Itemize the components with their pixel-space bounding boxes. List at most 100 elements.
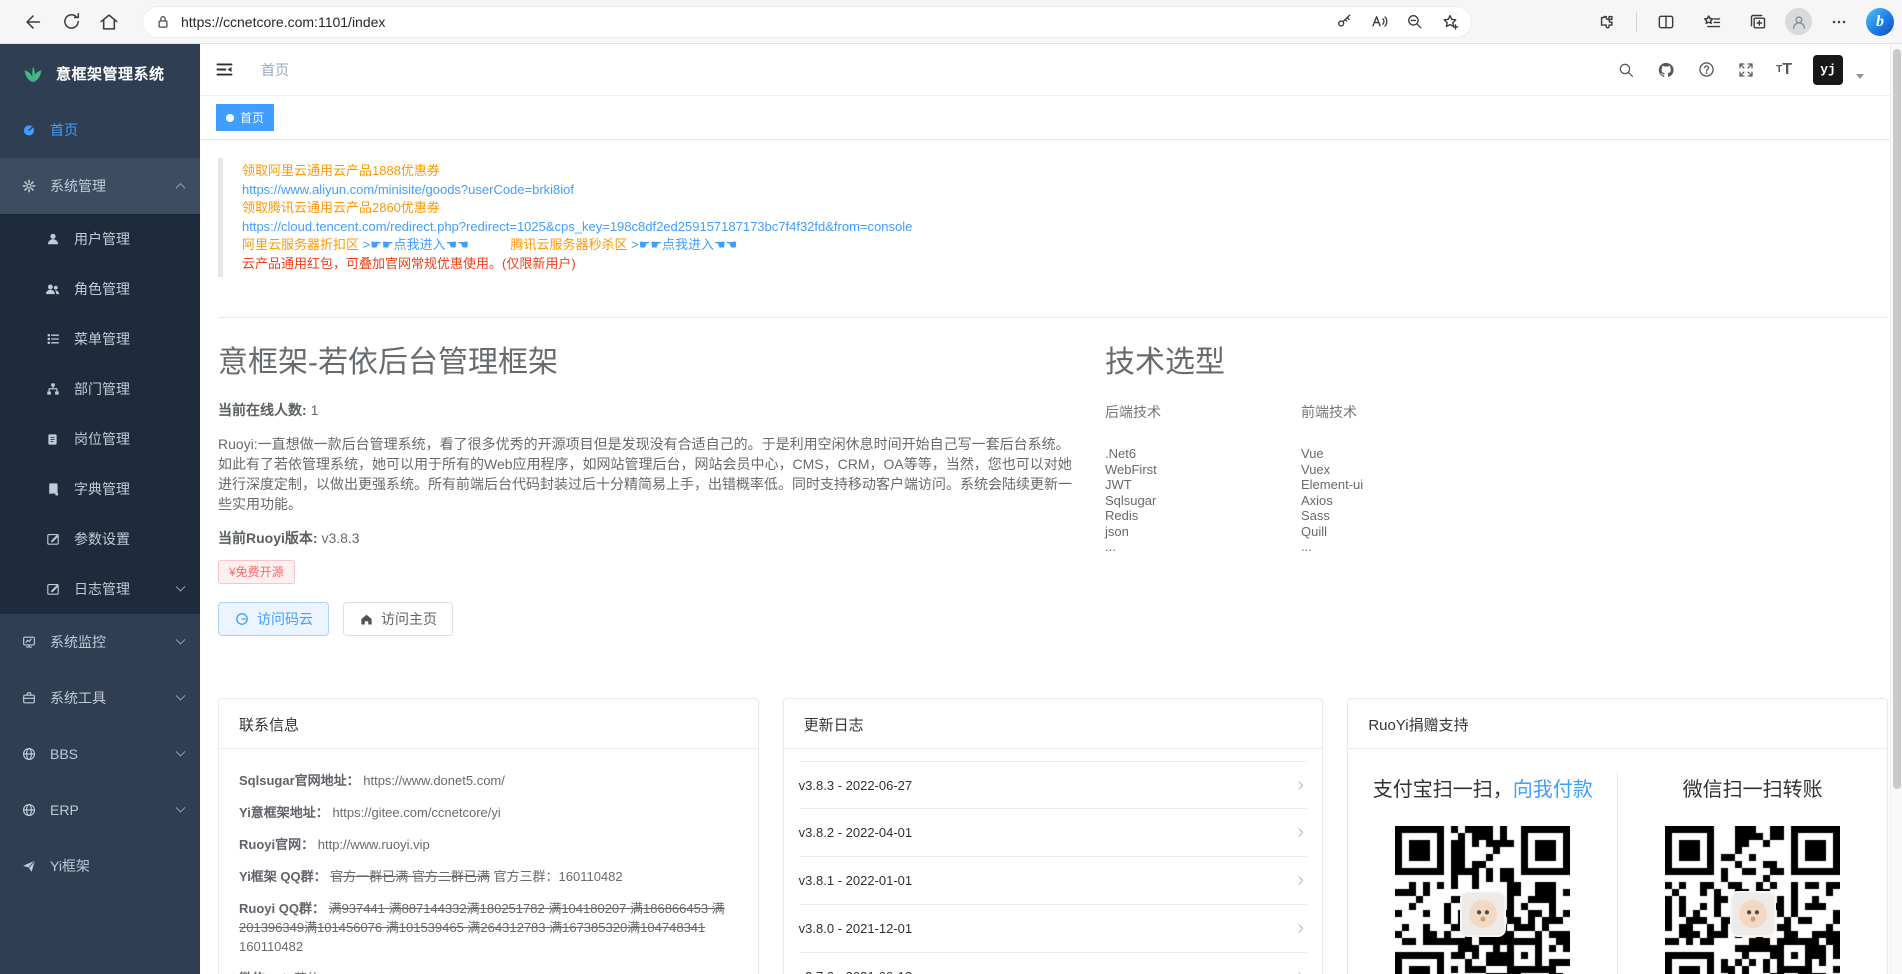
changelog-item[interactable]: v3.8.0 - 2021-12-01 [799, 905, 1308, 953]
paper-plane-icon [20, 858, 37, 874]
favorite-star-icon[interactable] [1440, 12, 1460, 32]
notice-line-aliyun-coupon: 领取阿里云通用云产品1888优惠券 [242, 162, 1888, 181]
user-avatar[interactable]: yj [1813, 55, 1843, 85]
scrollbar-thumb[interactable] [1893, 49, 1901, 789]
breadcrumb[interactable]: 首页 [261, 60, 289, 80]
sidebar-item-user-management[interactable]: 用户管理 [0, 214, 200, 264]
read-aloud-icon[interactable] [1370, 12, 1389, 31]
contact-row-yi: Yi意框架地址： https://gitee.com/ccnetcore/yi [239, 803, 738, 822]
log-icon [44, 581, 61, 597]
tencent-enter-link[interactable]: >☛☛点我进入☚☚ [631, 237, 737, 252]
lock-icon[interactable] [154, 13, 172, 31]
sidebar-item-erp[interactable]: ERP [0, 782, 200, 838]
visit-gitee-button[interactable]: 访问码云 [218, 602, 329, 636]
contact-card: 联系信息 Sqlsugar官网地址： https://www.donet5.co… [218, 698, 759, 974]
changelog-item[interactable]: v3.8.1 - 2022-01-01 [799, 857, 1308, 905]
users-icon [44, 281, 61, 298]
dictionary-icon [44, 481, 61, 497]
search-icon[interactable] [1617, 61, 1635, 79]
tree-list-icon [44, 331, 61, 347]
app-title: 意框架管理系统 [56, 63, 165, 84]
tech-section: 技术选型 后端技术 .Net6 WebFirst JWT Sqlsugar Re… [1105, 318, 1888, 636]
avatar-caret-icon[interactable] [1856, 74, 1864, 79]
home-icon [359, 612, 374, 627]
qr-center-photo [1730, 891, 1776, 937]
sidebar-item-post-management[interactable]: 岗位管理 [0, 414, 200, 464]
extensions-icon[interactable] [1588, 5, 1626, 39]
alipay-title: 支付宝扫一扫，向我付款 [1348, 773, 1617, 802]
password-key-icon[interactable] [1335, 12, 1354, 31]
font-size-icon[interactable]: TT [1776, 62, 1792, 78]
fullscreen-icon[interactable] [1737, 61, 1755, 79]
help-icon[interactable] [1697, 60, 1716, 79]
tag-home[interactable]: 首页 [216, 104, 274, 131]
wechat-qr-code [1665, 826, 1840, 974]
system-management-submenu: 用户管理 角色管理 菜单管理 部门管理 岗位管理 字典管理 [0, 214, 200, 614]
visit-homepage-button[interactable]: 访问主页 [343, 602, 453, 636]
sidebar: 意框架管理系统 首页 系统管理 用户管理 角色管理 菜单管理 [0, 44, 200, 974]
chevron-down-icon [176, 746, 186, 756]
notice-aliyun-link[interactable]: https://www.aliyun.com/minisite/goods?us… [242, 181, 1888, 200]
sidebar-item-role-management[interactable]: 角色管理 [0, 264, 200, 314]
free-opensource-tag: ¥免费开源 [218, 560, 295, 584]
contact-row-wechat: 微信： / *若依 [239, 969, 738, 974]
sidebar-item-dept-management[interactable]: 部门管理 [0, 364, 200, 414]
page-content: 领取阿里云通用云产品1888优惠券 https://www.aliyun.com… [200, 140, 1902, 974]
chevron-down-icon [176, 581, 186, 591]
favorites-bar-icon[interactable] [1693, 5, 1731, 39]
split-screen-icon[interactable] [1647, 5, 1685, 39]
intro-section: 意框架-若依后台管理框架 当前在线人数: 1 Ruoyi:一直想做一款后台管理系… [218, 318, 1080, 636]
sidebar-item-log-management[interactable]: 日志管理 [0, 564, 200, 614]
sidebar-item-bbs[interactable]: BBS [0, 726, 200, 782]
changelog-item[interactable]: v3.8.2 - 2022-04-01 [799, 809, 1308, 857]
notice-line-tencent-coupon: 领取腾讯云通用云产品2860优惠券 [242, 199, 1888, 218]
sidebar-item-param-settings[interactable]: 参数设置 [0, 514, 200, 564]
url-text[interactable]: https://ccnetcore.com:1101/index [181, 14, 385, 30]
copilot-icon[interactable]: b [1866, 8, 1894, 36]
sidebar-item-system-monitor[interactable]: 系统监控 [0, 614, 200, 670]
alipay-pay-link[interactable]: 向我付款 [1513, 779, 1593, 801]
sidebar-item-system-management[interactable]: 系统管理 [0, 158, 200, 214]
browser-toolbar: https://ccnetcore.com:1101/index b [0, 0, 1902, 44]
github-icon[interactable] [1656, 60, 1676, 80]
sidebar-item-system-tools[interactable]: 系统工具 [0, 670, 200, 726]
frontend-tech-title: 前端技术 [1301, 402, 1497, 422]
monitor-icon [20, 634, 37, 650]
sqlsugar-link[interactable]: https://www.donet5.com/ [363, 773, 505, 788]
backend-tech-title: 后端技术 [1105, 402, 1301, 422]
changelog-card: 更新日志 v3.8.3 - 2022-06-27 v3.8.2 - 2022-0… [783, 698, 1324, 974]
wechat-title: 微信扫一扫转账 [1618, 773, 1887, 802]
refresh-button[interactable] [52, 5, 90, 39]
toolbar-divider [1636, 12, 1637, 32]
chevron-right-icon [1294, 970, 1307, 974]
gear-icon [20, 178, 37, 194]
chevron-down-icon [176, 690, 186, 700]
toolbox-icon [20, 690, 37, 706]
back-button[interactable] [14, 5, 52, 39]
sidebar-fold-icon[interactable] [214, 59, 235, 80]
contact-row-yi-qq: Yi框架 QQ群： 官方一群已满 官方二群已满 官方三群：160110482 [239, 867, 738, 886]
badge-icon [44, 432, 61, 447]
address-bar[interactable]: https://ccnetcore.com:1101/index [142, 6, 1472, 38]
sidebar-item-menu-management[interactable]: 菜单管理 [0, 314, 200, 364]
browser-home-button[interactable] [90, 5, 128, 39]
sidebar-item-home[interactable]: 首页 [0, 102, 200, 158]
more-menu-icon[interactable] [1820, 5, 1858, 39]
chevron-down-icon [176, 802, 186, 812]
zoom-out-icon[interactable] [1405, 12, 1424, 31]
notice-line-redpacket: 云产品通用红包，可叠加官网常规优惠使用。(仅限新用户) [242, 255, 1888, 274]
ruoyi-site-link[interactable]: http://www.ruoyi.vip [318, 837, 430, 852]
collections-icon[interactable] [1739, 5, 1777, 39]
yi-gitee-link[interactable]: https://gitee.com/ccnetcore/yi [332, 805, 500, 820]
globe-icon [20, 746, 37, 762]
changelog-item[interactable]: v3.7.0 - 2021-09-13 [799, 953, 1308, 974]
contact-row-ruoyi: Ruoyi官网： http://www.ruoyi.vip [239, 835, 738, 854]
notice-tencent-link[interactable]: https://cloud.tencent.com/redirect.php?r… [242, 218, 1888, 237]
sidebar-item-dict-management[interactable]: 字典管理 [0, 464, 200, 514]
sidebar-item-yi-framework[interactable]: Yi框架 [0, 838, 200, 894]
profile-avatar[interactable] [1785, 8, 1812, 35]
page-scrollbar[interactable] [1890, 44, 1902, 974]
chevron-up-icon [176, 182, 186, 192]
aliyun-enter-link[interactable]: >☛☛点我进入☚☚ [363, 237, 469, 252]
changelog-item[interactable]: v3.8.3 - 2022-06-27 [799, 761, 1308, 809]
